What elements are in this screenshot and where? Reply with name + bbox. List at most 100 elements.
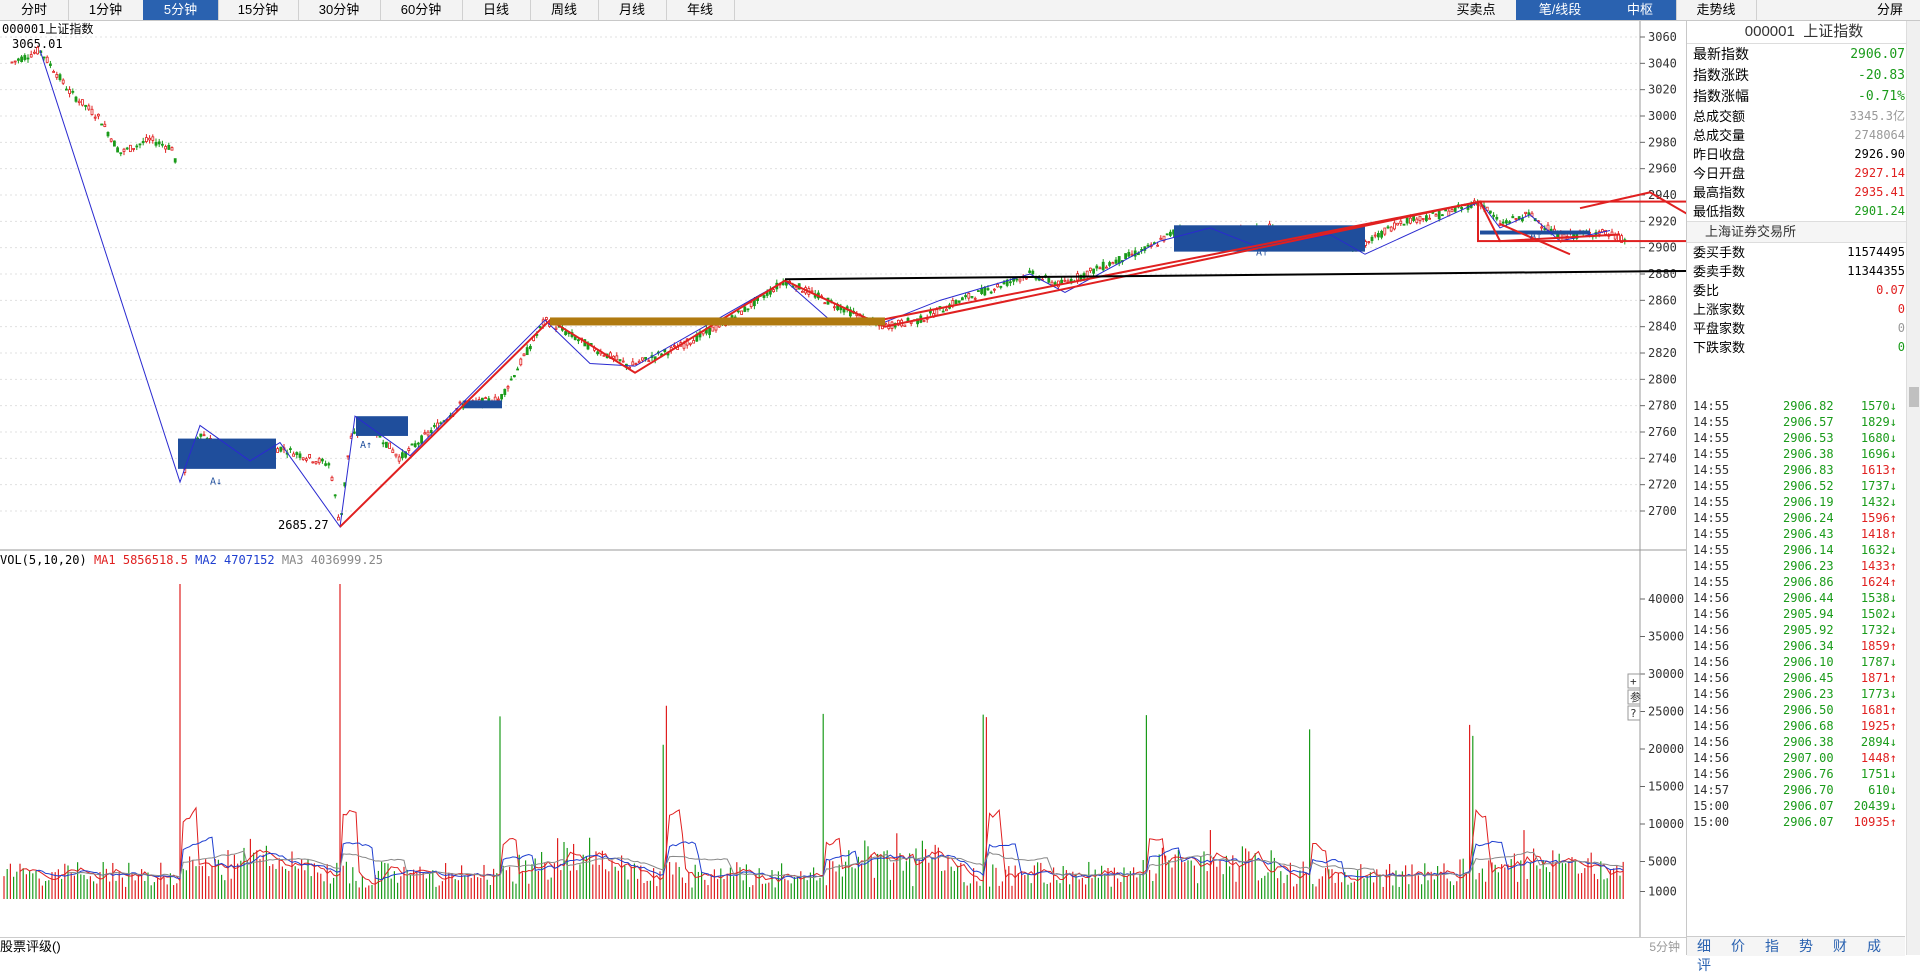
scroll-thumb[interactable]	[1909, 387, 1919, 407]
tab-7[interactable]: 周线	[530, 0, 599, 20]
candle-body	[772, 289, 775, 293]
tick-price: 2906.34	[1783, 639, 1834, 653]
stat-label: 指数涨跌	[1693, 67, 1749, 83]
candle-body	[314, 461, 318, 464]
candle-body	[288, 448, 292, 451]
candle-body	[1018, 278, 1022, 282]
panel-tab-6[interactable]: 评	[1687, 956, 1721, 975]
candle-body	[65, 88, 68, 91]
tick-row: 14:55 2906.52 1737↓	[1687, 478, 1905, 494]
candle-body	[1399, 220, 1403, 224]
tab-4[interactable]: 30分钟	[298, 0, 381, 20]
candle-body	[1009, 281, 1012, 284]
tick-volume: 1751↓	[1860, 767, 1897, 781]
tick-volume: 1925↑	[1860, 719, 1897, 733]
kline-chart-area[interactable]: 3060 3040 3020 3000 2980 2960 2940 2920 2900 2880…	[0, 21, 1920, 955]
price-axis-label: 2900	[1648, 241, 1677, 255]
candle-body	[708, 327, 711, 335]
tick-time: 15:00	[1693, 815, 1730, 829]
panel-tab-5[interactable]: 成	[1857, 937, 1891, 956]
tick-price: 2905.94	[1783, 607, 1834, 621]
tab-0[interactable]: 分时	[0, 0, 69, 20]
candle-body	[1489, 210, 1492, 214]
tab-2[interactable]: 5分钟	[143, 0, 219, 20]
tick-time: 14:56	[1693, 623, 1730, 637]
exchange-label: 上海证券交易所	[1687, 221, 1920, 243]
vol-legend-space	[217, 553, 224, 567]
candle-body	[170, 147, 174, 151]
candle-body	[330, 476, 334, 481]
tick-time: 14:55	[1693, 543, 1730, 557]
tab-10[interactable]: 买卖点	[1436, 0, 1517, 20]
candle-body	[1421, 218, 1425, 220]
panel-tab-3[interactable]: 势	[1789, 937, 1823, 956]
tab-12[interactable]: 中枢	[1604, 0, 1677, 20]
candle-body	[973, 297, 977, 300]
candle-body	[154, 141, 158, 146]
candle-body	[1063, 279, 1067, 282]
candle-body	[1105, 266, 1108, 269]
candle-body	[410, 443, 414, 446]
tab-3[interactable]: 15分钟	[218, 0, 299, 20]
candle-body	[922, 320, 926, 323]
tick-list[interactable]: 14:55 2906.82 1570↓ 14:55 2906.57 1829↓ 14:55 2…	[1687, 398, 1905, 830]
kline-chart[interactable]: 3060304030203000298029602940292029002880…	[0, 21, 1920, 937]
tick-time: 14:55	[1693, 415, 1730, 429]
candle-body	[397, 456, 401, 462]
tab-5[interactable]: 60分钟	[380, 0, 463, 20]
tick-time: 14:56	[1693, 607, 1730, 621]
panel-tab-1[interactable]: 价	[1721, 937, 1755, 956]
tab-8[interactable]: 月线	[598, 0, 667, 20]
tick-row: 14:56 2906.44 1538↓	[1687, 590, 1905, 606]
tick-price: 2906.50	[1783, 703, 1834, 717]
candle-body	[516, 368, 519, 371]
candle-body	[1402, 223, 1406, 226]
candle-body	[336, 516, 340, 521]
tick-price: 2905.92	[1783, 623, 1834, 637]
candle-body	[554, 327, 558, 330]
tick-row: 14:56 2906.68 1925↑	[1687, 718, 1905, 734]
candle-body	[81, 99, 84, 106]
panel-tab-0[interactable]: 细	[1687, 937, 1721, 956]
tab-1[interactable]: 1分钟	[68, 0, 144, 20]
candle-body	[352, 431, 356, 434]
tick-price: 2906.70	[1783, 783, 1834, 797]
tab-9[interactable]: 年线	[666, 0, 735, 20]
candle-body	[519, 358, 523, 366]
tick-volume: 1829↓	[1860, 415, 1897, 429]
candle-body	[961, 297, 964, 301]
candle-body	[1434, 214, 1438, 217]
tick-price: 2906.14	[1783, 543, 1834, 557]
tab-6[interactable]: 日线	[462, 0, 531, 20]
candle-body	[682, 343, 686, 349]
stat-label: 昨日收盘	[1693, 147, 1746, 162]
tab-11[interactable]: 笔/线段	[1516, 0, 1605, 20]
candle-body	[1428, 217, 1431, 220]
tab-14[interactable]: 分屏	[1860, 0, 1920, 20]
vol-axis-label: 30000	[1648, 667, 1684, 681]
panel-scrollbar[interactable]	[1906, 21, 1920, 955]
tick-row: 14:56 2906.10 1787↓	[1687, 654, 1905, 670]
candle-body	[1095, 265, 1099, 269]
panel-tab-2[interactable]: 指	[1755, 937, 1789, 956]
candle-body	[1425, 215, 1428, 222]
candle-body	[801, 290, 804, 293]
candle-body	[1377, 233, 1380, 238]
tick-price: 2907.00	[1783, 751, 1834, 765]
candle-body	[55, 74, 59, 78]
tick-time: 14:56	[1693, 687, 1730, 701]
tick-volume: 1596↑	[1860, 511, 1897, 525]
panel-tab-4[interactable]: 财	[1823, 937, 1857, 956]
tick-price: 2906.19	[1783, 495, 1834, 509]
candle-body	[929, 310, 932, 314]
candle-body	[1002, 282, 1006, 285]
candle-body	[113, 140, 116, 147]
vol-legend-space	[188, 553, 195, 567]
candle-body	[87, 105, 91, 110]
stat-label: 最新指数	[1693, 46, 1749, 62]
candle-body	[77, 100, 81, 104]
stock-rating-label[interactable]: 股票评级()	[0, 939, 61, 954]
vol-legend-ma2_label: MA2	[195, 553, 217, 567]
tick-time: 14:56	[1693, 751, 1730, 765]
tab-13[interactable]: 走势线	[1676, 0, 1757, 20]
